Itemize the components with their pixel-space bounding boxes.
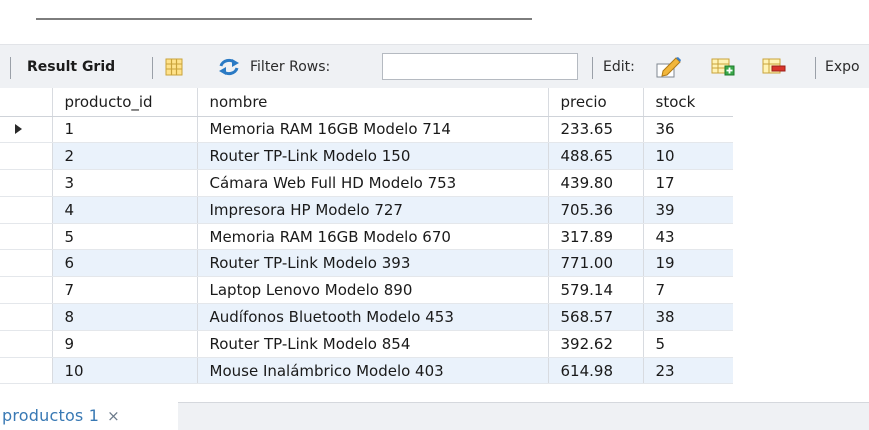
cell-precio[interactable]: 439.80 [548, 169, 644, 197]
result-tab-bar: productos 1 × [0, 400, 869, 430]
top-divider-line [36, 18, 532, 20]
cell-producto-id[interactable]: 3 [52, 169, 198, 197]
cell-stock[interactable]: 10 [643, 142, 734, 171]
cell-stock[interactable]: 39 [643, 196, 734, 224]
cell-stock[interactable]: 36 [643, 116, 734, 144]
row-marker [0, 303, 53, 331]
cell-producto-id[interactable]: 6 [52, 249, 198, 278]
cell-nombre[interactable]: Cámara Web Full HD Modelo 753 [197, 169, 549, 197]
cell-nombre[interactable]: Memoria RAM 16GB Modelo 714 [197, 116, 549, 144]
cell-nombre[interactable]: Router TP-Link Modelo 393 [197, 249, 549, 278]
grid-view-icon[interactable] [165, 45, 183, 89]
cell-stock[interactable]: 23 [643, 357, 734, 385]
cell-stock[interactable]: 43 [643, 223, 734, 251]
table-row[interactable]: 4 Impresora HP Modelo 727 705.36 39 [0, 196, 734, 224]
cell-stock[interactable]: 38 [643, 303, 734, 331]
toolbar-separator [815, 57, 816, 79]
cell-precio[interactable]: 488.65 [548, 142, 644, 171]
cell-stock[interactable]: 7 [643, 276, 734, 305]
row-marker-header [0, 88, 53, 117]
result-grid-button[interactable]: Result Grid [27, 45, 115, 89]
cell-producto-id[interactable]: 10 [52, 357, 198, 385]
row-marker [0, 142, 53, 171]
cell-nombre[interactable]: Audífonos Bluetooth Modelo 453 [197, 303, 549, 331]
edit-label: Edit: [603, 59, 635, 75]
edit-pencil-icon[interactable] [655, 45, 683, 89]
row-marker [0, 330, 53, 358]
cell-nombre[interactable]: Memoria RAM 16GB Modelo 670 [197, 223, 549, 251]
top-area [0, 0, 869, 44]
cell-precio[interactable]: 579.14 [548, 276, 644, 305]
result-grid: producto_id nombre precio stock 1 Memori… [0, 88, 869, 402]
result-table: producto_id nombre precio stock 1 Memori… [0, 88, 734, 385]
cell-producto-id[interactable]: 5 [52, 223, 198, 251]
table-header-row: producto_id nombre precio stock [0, 88, 734, 117]
column-header-precio[interactable]: precio [548, 88, 644, 117]
filter-rows-label: Filter Rows: [250, 59, 331, 75]
row-marker [0, 357, 53, 385]
table-row[interactable]: 1 Memoria RAM 16GB Modelo 714 233.65 36 [0, 116, 734, 144]
cell-producto-id[interactable]: 8 [52, 303, 198, 331]
toolbar-separator [10, 57, 11, 79]
row-marker [0, 196, 53, 224]
cell-precio[interactable]: 317.89 [548, 223, 644, 251]
row-marker [0, 223, 53, 251]
toolbar-separator [592, 57, 593, 79]
cell-nombre[interactable]: Impresora HP Modelo 727 [197, 196, 549, 224]
cell-nombre[interactable]: Router TP-Link Modelo 854 [197, 330, 549, 358]
cell-stock[interactable]: 5 [643, 330, 734, 358]
close-icon[interactable]: × [107, 407, 120, 425]
table-row[interactable]: 9 Router TP-Link Modelo 854 392.62 5 [0, 330, 734, 358]
row-marker [0, 249, 53, 278]
cell-producto-id[interactable]: 7 [52, 276, 198, 305]
row-marker [0, 276, 53, 305]
cell-producto-id[interactable]: 2 [52, 142, 198, 171]
table-row[interactable]: 5 Memoria RAM 16GB Modelo 670 317.89 43 [0, 223, 734, 251]
toolbar-separator [152, 57, 153, 79]
cell-producto-id[interactable]: 4 [52, 196, 198, 224]
cell-precio[interactable]: 705.36 [548, 196, 644, 224]
tab-productos-1[interactable]: productos 1 × [0, 400, 178, 430]
row-marker [0, 169, 53, 197]
table-row[interactable]: 2 Router TP-Link Modelo 150 488.65 10 [0, 142, 734, 171]
cell-precio[interactable]: 392.62 [548, 330, 644, 358]
table-row[interactable]: 8 Audífonos Bluetooth Modelo 453 568.57 … [0, 303, 734, 331]
cell-stock[interactable]: 17 [643, 169, 734, 197]
row-pointer-icon [0, 116, 53, 144]
cell-precio[interactable]: 568.57 [548, 303, 644, 331]
column-header-producto-id[interactable]: producto_id [52, 88, 198, 117]
cell-producto-id[interactable]: 1 [52, 116, 198, 144]
table-row[interactable]: 6 Router TP-Link Modelo 393 771.00 19 [0, 249, 734, 278]
cell-stock[interactable]: 19 [643, 249, 734, 278]
delete-row-icon[interactable] [762, 45, 786, 89]
column-header-stock[interactable]: stock [643, 88, 734, 117]
grid-empty-area [733, 88, 869, 402]
cell-precio[interactable]: 771.00 [548, 249, 644, 278]
cell-nombre[interactable]: Mouse Inalámbrico Modelo 403 [197, 357, 549, 385]
column-header-nombre[interactable]: nombre [197, 88, 549, 117]
cell-precio[interactable]: 614.98 [548, 357, 644, 385]
cell-nombre[interactable]: Laptop Lenovo Modelo 890 [197, 276, 549, 305]
result-toolbar: Result Grid Filter Rows: Edit: Expo [0, 44, 869, 88]
refresh-icon[interactable] [218, 45, 240, 89]
table-row[interactable]: 10 Mouse Inalámbrico Modelo 403 614.98 2… [0, 357, 734, 385]
filter-rows-input[interactable] [382, 53, 578, 80]
cell-nombre[interactable]: Router TP-Link Modelo 150 [197, 142, 549, 171]
tab-label: productos 1 [2, 406, 100, 425]
export-button[interactable]: Expo [825, 45, 860, 89]
cell-precio[interactable]: 233.65 [548, 116, 644, 144]
cell-producto-id[interactable]: 9 [52, 330, 198, 358]
add-row-icon[interactable] [711, 45, 735, 89]
table-row[interactable]: 3 Cámara Web Full HD Modelo 753 439.80 1… [0, 169, 734, 197]
table-row[interactable]: 7 Laptop Lenovo Modelo 890 579.14 7 [0, 276, 734, 305]
